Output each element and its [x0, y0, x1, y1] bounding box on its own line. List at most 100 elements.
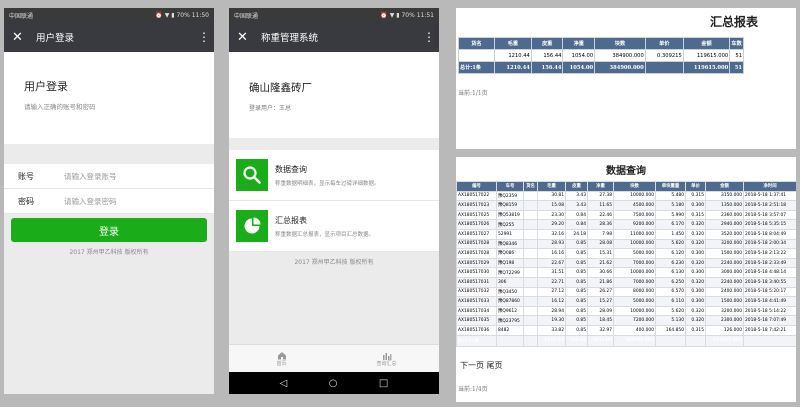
cell: 0.320 [685, 257, 706, 269]
menu-item-data-query[interactable]: 数据查询 称重数据明细表，显示每车过磅详细数据。 [229, 150, 439, 201]
more-vertical-icon[interactable]: ⋮ [423, 30, 435, 44]
cell: AX180517029 [456, 257, 497, 269]
col-header: 块数 [594, 37, 646, 50]
cell: AX180517022 [456, 190, 497, 202]
cell: 15.08 [537, 200, 566, 211]
table-row[interactable]: AX180517033 豫Q87860 16.12 0.85 15.27 5000.000… [456, 296, 796, 307]
table-row[interactable]: AX180517022 豫Q2359 30.81 3.43 27.38 10000.000… [456, 190, 796, 202]
table-row[interactable]: AX180517023 豫Q8159 15.08 3.43 11.65 4500.000 5… [456, 200, 796, 211]
cell: 3.43 [565, 200, 588, 211]
table-row[interactable]: AX180517027 52991 32.16 24.18 7.98 11000.000 1… [456, 228, 796, 240]
menu-item-desc: 称重数据明细表，显示每车过磅详细数据。 [275, 180, 380, 187]
table-row[interactable]: AX180517034 豫Q9612 28.94 0.85 28.09 10000.000… [456, 305, 796, 317]
cell: 28.93 [537, 238, 566, 250]
cell: 1350.000 [705, 200, 744, 211]
table-row[interactable]: AX180517028 豫Q086 16.16 0.85 15.31 5000.000 6.… [456, 248, 796, 259]
password-input[interactable] [64, 196, 184, 206]
account-label: 账号 [18, 171, 34, 181]
account-input[interactable] [64, 171, 184, 181]
cell: 2018-5-18 4:41:49 [743, 296, 796, 307]
cell [523, 305, 538, 317]
cell: 2018-5-18 1:37:41 [743, 190, 796, 202]
cell: 3.43 [565, 190, 588, 202]
cell: AX180517030 [456, 267, 497, 278]
cell: 21.86 [587, 276, 614, 288]
cell: 0.315 [685, 190, 706, 202]
cell [523, 200, 538, 211]
login-button[interactable]: 登录 [11, 218, 207, 242]
cell: 24.18 [565, 228, 588, 240]
table-row[interactable]: AX180517026 豫Q255 29.20 0.84 28.36 9200.000 6.… [456, 219, 796, 230]
tab-label: 首页 [276, 360, 287, 367]
home-circle-icon[interactable]: ○ [329, 378, 338, 389]
cell: 0.315 [685, 209, 706, 221]
close-icon[interactable]: ✕ [237, 30, 257, 45]
close-icon[interactable]: ✕ [12, 30, 32, 45]
cell: 16.12 [537, 296, 566, 307]
cell: AX180517035 [456, 315, 497, 326]
cell: 2018-5-18 5:20:17 [743, 286, 796, 298]
pager-links[interactable]: 下一页 尾页 [460, 360, 503, 371]
table-row[interactable]: AX180517031 306 22.71 0.85 21.86 7000.000 6.25… [456, 276, 796, 288]
cell: 18.45 [587, 315, 614, 326]
recents-icon[interactable]: □ [379, 378, 388, 389]
cell: 0.84 [565, 219, 588, 230]
table-row[interactable]: AX180517029 豫Q198 22.67 0.85 21.62 7000.000 6.… [456, 257, 796, 269]
tab-home[interactable]: 首页 [229, 345, 334, 372]
password-label: 密码 [18, 196, 34, 206]
cell [523, 334, 538, 347]
cell: 119615.000 [682, 61, 731, 74]
android-nav-bar: ◁ ○ □ [229, 372, 439, 394]
cell: AX180517025 [456, 209, 497, 221]
cell: 5000.000 [613, 296, 656, 307]
menu-item-title: 汇总报表 [275, 215, 307, 225]
col-header: 金额 [705, 181, 744, 192]
cell: 2940.000 [705, 219, 744, 230]
col-header: 车号 [496, 181, 524, 192]
tab-query-summary[interactable]: 查询汇总 [334, 345, 439, 372]
cell: 119615.000 [682, 49, 731, 62]
cell: AX180517032 [456, 286, 497, 298]
cell: 0.85 [565, 238, 588, 250]
cell: 29.20 [537, 219, 566, 230]
cell: 7.98 [587, 228, 614, 240]
pie-chart-icon [236, 210, 268, 242]
col-header: 净时间 [743, 181, 796, 192]
cell: 0.315 [685, 324, 706, 336]
cell: 0.300 [685, 296, 706, 307]
cell: 28.36 [587, 219, 614, 230]
cell: 21.62 [587, 257, 614, 269]
table-row[interactable]: AX180517030 豫Q72299 31.51 0.85 30.66 10000.00… [456, 267, 796, 278]
cell: AX180517036 [456, 324, 497, 336]
col-header: 单价 [685, 181, 706, 192]
more-vertical-icon[interactable]: ⋮ [198, 30, 210, 44]
cell: 9200.000 [613, 219, 656, 230]
table-row[interactable]: AX180517035 豫Q23795 19.30 0.85 18.45 7200.000… [456, 315, 796, 326]
cell: 22.71 [537, 276, 566, 288]
cell [523, 296, 538, 307]
home-screen: 中国联通 ⏰ ▼ ▮ 70% 11:51 ✕ 称重管理系统 ⋮ 确山隆鑫砖厂 登… [229, 8, 439, 394]
menu-item-summary-report[interactable]: 汇总报表 称重数据汇总报表，显示项目汇总数据。 [229, 201, 439, 252]
cell: 豫Q255 [496, 219, 524, 230]
cell: 0.84 [565, 209, 588, 221]
cell: 31.51 [537, 267, 566, 278]
cell: 2018-5-18 5:14:22 [743, 305, 796, 317]
page-title: 用户登录 [36, 33, 75, 44]
status-icons: ⏰ ▼ ▮ [155, 11, 175, 19]
cell: 豫Q8159 [496, 200, 524, 211]
cell: 28.09 [587, 305, 614, 317]
cell: 2400.000 [705, 286, 744, 298]
cell: 400.000 [613, 324, 656, 336]
table-row[interactable]: AX180517032 豫Q3450 27.12 0.85 26.27 8000.000 6… [456, 286, 796, 298]
table-row[interactable]: AX180517036 8482 33.82 0.85 32.97 400.000 164.… [456, 324, 796, 336]
carrier-label: 中国联通 [234, 12, 259, 20]
cell: 6.230 [655, 257, 686, 269]
back-icon[interactable]: ◁ [280, 378, 288, 389]
cell: 3150.000 [705, 190, 744, 202]
cell: 16.16 [537, 248, 566, 259]
cell [523, 209, 538, 221]
table-row[interactable]: AX180517025 豫Q53819 23.30 0.84 22.46 7500.000… [456, 209, 796, 221]
cell: 豫Q87860 [496, 296, 524, 307]
tab-label: 查询汇总 [376, 360, 397, 367]
table-row[interactable]: AX180517028 豫Q8346 28.93 0.85 28.08 10000.000… [456, 238, 796, 250]
